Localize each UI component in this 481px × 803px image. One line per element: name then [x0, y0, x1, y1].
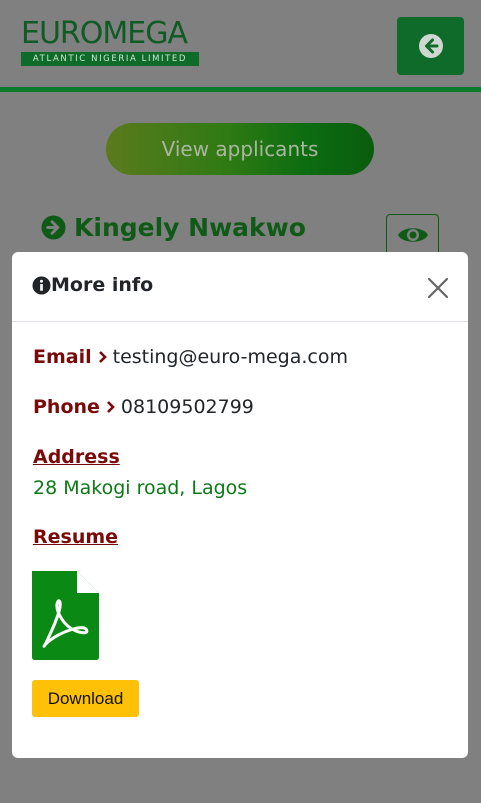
view-details-button[interactable] — [386, 214, 439, 256]
email-label: Email — [33, 346, 92, 368]
app-header: EUROMEGA ATLANTIC NIGERIA LIMITED — [0, 0, 481, 92]
view-applicants-button[interactable]: View applicants — [106, 123, 374, 175]
logo-euro: EURO — [21, 16, 103, 51]
phone-row: Phone 08109502799 — [33, 396, 254, 418]
eye-icon — [397, 228, 428, 242]
back-button[interactable] — [397, 17, 464, 75]
applicant-heading[interactable]: Kingely Nwakwo — [41, 213, 306, 242]
chevron-right-icon — [107, 401, 115, 413]
email-row: Email testing@euro-mega.com — [33, 346, 348, 368]
resume-label: Resume — [33, 526, 119, 548]
chevron-right-icon — [98, 351, 107, 363]
download-button[interactable]: Download — [32, 680, 139, 717]
arrow-right-circle-icon — [41, 215, 66, 240]
phone-value[interactable]: 08109502799 — [121, 396, 254, 418]
logo-mega: MEGA — [102, 16, 188, 51]
applicant-name: Kingely Nwakwo — [74, 213, 306, 242]
modal-header: More info — [12, 252, 468, 322]
phone-label: Phone — [33, 396, 100, 418]
company-logo: EUROMEGA ATLANTIC NIGERIA LIMITED — [21, 18, 199, 66]
close-icon[interactable] — [425, 275, 451, 301]
address-value: 28 Makogi road, Lagos — [33, 477, 248, 499]
info-circle-icon — [32, 275, 51, 295]
modal-title-text: More info — [51, 274, 154, 296]
email-value[interactable]: testing@euro-mega.com — [113, 346, 348, 368]
logo-subtitle: ATLANTIC NIGERIA LIMITED — [21, 52, 199, 66]
pdf-file-icon[interactable] — [32, 571, 99, 660]
arrow-left-circle-icon — [418, 34, 443, 58]
address-label: Address — [33, 446, 120, 468]
more-info-modal: More info Email testing@euro-mega.com Ph… — [12, 252, 468, 758]
logo-wordmark: EUROMEGA — [21, 18, 199, 50]
modal-title: More info — [32, 274, 153, 296]
